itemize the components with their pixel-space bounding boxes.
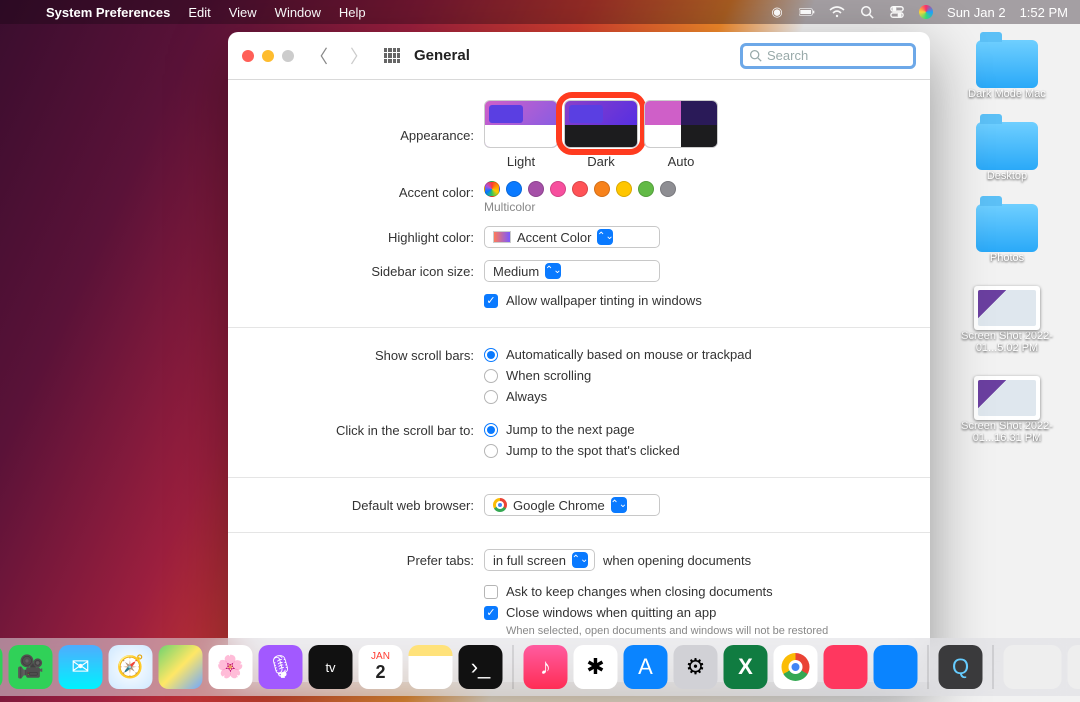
highlight-color-select[interactable]: Accent Color⌃⌄ xyxy=(484,226,660,248)
accent-red[interactable] xyxy=(572,181,588,197)
close-quit-label: Close windows when quitting an app xyxy=(506,605,716,620)
accent-color-picker xyxy=(484,181,910,197)
sidebar-size-select[interactable]: Medium⌃⌄ xyxy=(484,260,660,282)
browser-label: Default web browser: xyxy=(248,494,484,513)
ask-changes-label: Ask to keep changes when closing documen… xyxy=(506,584,773,599)
menu-edit[interactable]: Edit xyxy=(188,5,210,20)
accent-label: Accent color: xyxy=(248,181,484,200)
accent-multicolor[interactable] xyxy=(484,181,500,197)
scrollbars-label: Show scroll bars: xyxy=(248,344,484,363)
desktop-screenshot[interactable]: Screen Shot 2022-01...16.31 PM xyxy=(952,376,1062,444)
desktop-folder[interactable]: Dark Mode Mac xyxy=(952,40,1062,100)
menu-window[interactable]: Window xyxy=(275,5,321,20)
clickbar-label: Click in the scroll bar to: xyxy=(248,419,484,438)
accent-orange[interactable] xyxy=(594,181,610,197)
dock-photos[interactable]: 🌸 xyxy=(209,645,253,689)
window-title: General xyxy=(414,47,470,64)
siri-icon[interactable] xyxy=(919,5,933,19)
scroll-radio-always[interactable] xyxy=(484,390,498,404)
dock-notes[interactable] xyxy=(409,645,453,689)
dock-settings[interactable]: ⚙︎ xyxy=(674,645,718,689)
accent-blue[interactable] xyxy=(506,181,522,197)
dock-safari[interactable]: 🧭 xyxy=(109,645,153,689)
desktop-screenshot[interactable]: Screen Shot 2022-01...5.02 PM xyxy=(952,286,1062,354)
ask-changes-checkbox[interactable] xyxy=(484,585,498,599)
dock-minimized-window[interactable] xyxy=(1004,645,1062,689)
show-all-button[interactable] xyxy=(384,48,400,64)
browser-select[interactable]: Google Chrome⌃⌄ xyxy=(484,494,660,516)
appearance-option-auto[interactable]: Auto xyxy=(644,100,718,169)
dock-appstore[interactable]: A xyxy=(624,645,668,689)
accent-pink[interactable] xyxy=(550,181,566,197)
app-menu[interactable]: System Preferences xyxy=(46,5,170,20)
dock-minimized-window2[interactable] xyxy=(1068,645,1080,689)
dock-app-generic2[interactable] xyxy=(874,645,918,689)
dock: 💬 🎥 ✉︎ 🧭 🌸 🎙 tv JAN2 ›_ ♪ ✱ A ⚙︎ X Q 🗑️ xyxy=(0,638,1080,696)
screen-record-icon[interactable]: ◉ xyxy=(769,4,785,20)
appearance-label: Appearance: xyxy=(248,100,484,143)
appearance-option-dark[interactable]: Dark xyxy=(564,100,638,169)
menu-help[interactable]: Help xyxy=(339,5,366,20)
battery-icon[interactable] xyxy=(799,4,815,20)
forward-button: 〉 xyxy=(344,43,374,69)
menu-view[interactable]: View xyxy=(229,5,257,20)
spotlight-icon[interactable] xyxy=(859,4,875,20)
prefer-tabs-select[interactable]: in full screen⌃⌄ xyxy=(484,549,595,571)
menubar-date[interactable]: Sun Jan 2 xyxy=(947,5,1006,20)
dock-slack[interactable]: ✱ xyxy=(574,645,618,689)
titlebar: 〈 〉 General Search xyxy=(228,32,930,80)
sidebar-size-label: Sidebar icon size: xyxy=(248,260,484,279)
clickbar-radio-page[interactable] xyxy=(484,423,498,437)
tabs-suffix: when opening documents xyxy=(603,553,751,568)
dock-tv[interactable]: tv xyxy=(309,645,353,689)
wallpaper-tint-checkbox[interactable]: ✓ xyxy=(484,294,498,308)
apple-menu-icon[interactable] xyxy=(12,4,28,20)
system-preferences-window: 〈 〉 General Search Appearance: Light xyxy=(228,32,930,682)
minimize-button[interactable] xyxy=(262,50,274,62)
clickbar-radio-spot[interactable] xyxy=(484,444,498,458)
desktop-folder[interactable]: Photos xyxy=(952,204,1062,264)
back-button[interactable]: 〈 xyxy=(304,43,334,69)
dock-terminal[interactable]: ›_ xyxy=(459,645,503,689)
accent-green[interactable] xyxy=(638,181,654,197)
dock-podcasts[interactable]: 🎙 xyxy=(259,645,303,689)
maximize-button xyxy=(282,50,294,62)
highlight-label: Highlight color: xyxy=(248,226,484,245)
dock-app-generic[interactable] xyxy=(824,645,868,689)
dock-excel[interactable]: X xyxy=(724,645,768,689)
dock-chrome[interactable] xyxy=(774,645,818,689)
scroll-radio-auto[interactable] xyxy=(484,348,498,362)
close-button[interactable] xyxy=(242,50,254,62)
search-placeholder: Search xyxy=(767,48,808,63)
dock-calendar[interactable]: JAN2 xyxy=(359,645,403,689)
close-quit-checkbox[interactable]: ✓ xyxy=(484,606,498,620)
highlight-swatch-icon xyxy=(493,231,511,243)
dock-messages[interactable]: 💬 xyxy=(0,645,3,689)
wallpaper-tint-label: Allow wallpaper tinting in windows xyxy=(506,293,702,308)
desktop-folder[interactable]: Desktop xyxy=(952,122,1062,182)
appearance-option-light[interactable]: Light xyxy=(484,100,558,169)
accent-yellow[interactable] xyxy=(616,181,632,197)
dock-mail[interactable]: ✉︎ xyxy=(59,645,103,689)
tabs-label: Prefer tabs: xyxy=(248,549,484,568)
dock-maps[interactable] xyxy=(159,645,203,689)
scroll-radio-scrolling[interactable] xyxy=(484,369,498,383)
menubar: System Preferences Edit View Window Help… xyxy=(0,0,1080,24)
close-quit-note: When selected, open documents and window… xyxy=(506,625,910,637)
chrome-icon xyxy=(493,498,507,512)
menubar-time[interactable]: 1:52 PM xyxy=(1020,5,1068,20)
accent-purple[interactable] xyxy=(528,181,544,197)
control-center-icon[interactable] xyxy=(889,4,905,20)
accent-sublabel: Multicolor xyxy=(484,200,910,214)
dock-music[interactable]: ♪ xyxy=(524,645,568,689)
desktop-icons: Dark Mode Mac Desktop Photos Screen Shot… xyxy=(952,40,1062,444)
accent-graphite[interactable] xyxy=(660,181,676,197)
wifi-icon[interactable] xyxy=(829,4,845,20)
dock-facetime[interactable]: 🎥 xyxy=(9,645,53,689)
search-input[interactable]: Search xyxy=(740,43,916,69)
dock-quicktime[interactable]: Q xyxy=(939,645,983,689)
